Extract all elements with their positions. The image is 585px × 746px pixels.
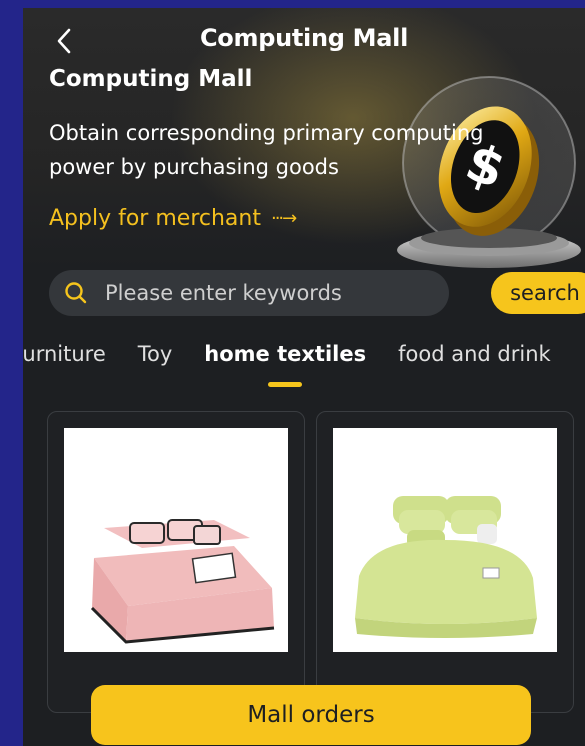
search-icon xyxy=(65,282,87,304)
pink-bedding-image xyxy=(64,428,288,652)
hero-description: Obtain corresponding primary computing p… xyxy=(49,121,484,179)
app-screen: $ Computing Mall Computing Mall Obtain c… xyxy=(23,8,585,746)
arrow-right-icon: ···→ xyxy=(270,208,297,229)
tab-label: furniture xyxy=(23,342,106,366)
tab-label: food and drink xyxy=(398,342,551,366)
page-title: Computing Mall xyxy=(199,24,409,52)
tab-home-textiles[interactable]: home textiles xyxy=(204,342,367,387)
hero-banner: $ Computing Mall Computing Mall Obtain c… xyxy=(23,8,585,268)
tab-furniture[interactable]: furniture xyxy=(23,342,106,366)
hero-heading: Computing Mall xyxy=(49,66,253,92)
product-image xyxy=(64,428,288,652)
search-field-container xyxy=(49,270,449,316)
product-card[interactable] xyxy=(47,411,305,713)
apply-for-merchant-link[interactable]: Apply for merchant ···→ xyxy=(49,206,297,231)
active-tab-indicator xyxy=(268,382,303,387)
search-button[interactable]: search xyxy=(491,272,585,314)
search-input[interactable] xyxy=(103,280,437,306)
tab-toy[interactable]: Toy xyxy=(138,342,173,366)
tab-label: home textiles xyxy=(204,342,367,366)
apply-link-label: Apply for merchant xyxy=(49,206,261,231)
search-bar: search xyxy=(49,270,585,318)
tab-food-and-drink[interactable]: food and drink xyxy=(398,342,551,366)
tab-label: Toy xyxy=(137,342,173,366)
green-bedding-image xyxy=(333,428,557,652)
mall-orders-button[interactable]: Mall orders xyxy=(91,685,531,745)
product-image xyxy=(333,428,557,652)
product-card[interactable] xyxy=(316,411,574,713)
category-tabs: furniture Toy home textiles food and dri… xyxy=(23,342,583,392)
